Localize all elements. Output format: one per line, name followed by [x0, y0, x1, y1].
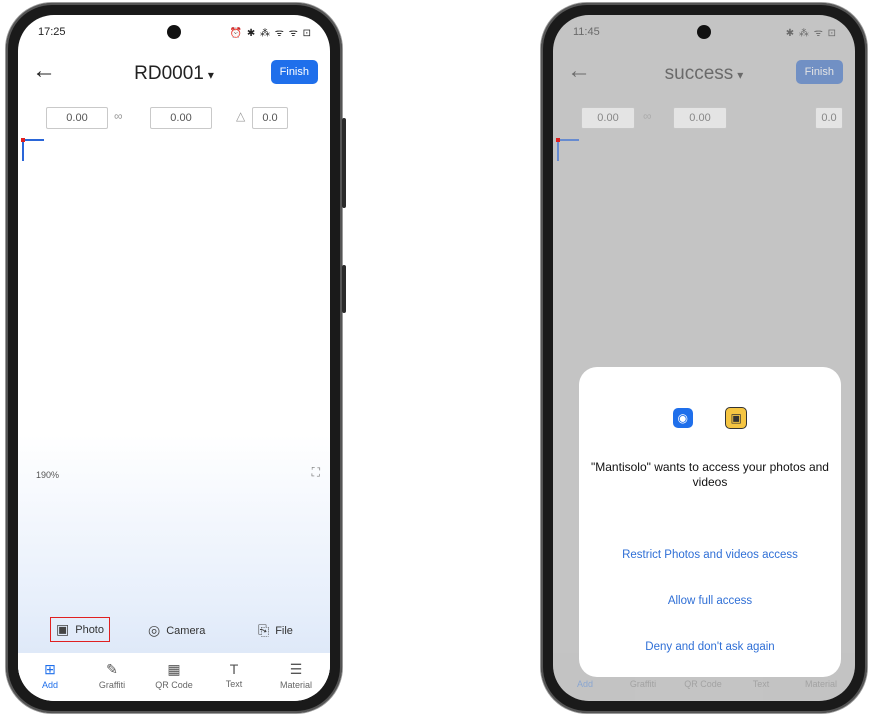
- tab-qr-code[interactable]: QR Code: [675, 679, 731, 689]
- caret-down-icon: ▾: [737, 68, 744, 82]
- front-camera: [167, 25, 181, 39]
- tab-text[interactable]: Text: [733, 679, 789, 689]
- tab-add-label: Add: [41, 680, 58, 690]
- right-phone: 11:45 ✱ ⁂ ᯤ ⊡ ← success ▾ Finish 0.00 ∞ 0…: [541, 3, 867, 713]
- tab-add-label: Add: [576, 679, 593, 689]
- dimension-row: 0.00 ∞ 0.00 △ 0.0: [18, 107, 330, 133]
- finish-button[interactable]: Finish: [795, 60, 843, 84]
- label-title: RD0001: [134, 63, 204, 84]
- front-camera: [697, 25, 711, 39]
- height-input[interactable]: 0.00: [150, 107, 212, 129]
- tab-qr-code-label: QR Code: [155, 680, 193, 690]
- label-title: success: [664, 63, 734, 84]
- camera-option[interactable]: ◎ Camera: [148, 622, 205, 639]
- camera-icon: ◎: [148, 622, 161, 638]
- tab-graffiti[interactable]: Graffiti: [615, 679, 671, 689]
- tab-text[interactable]: T Text: [206, 661, 262, 689]
- status-icons: ✱ ⁂ ᯤ ⊡: [785, 28, 837, 39]
- left-screen: 17:25 ⏰ ✱ ⁂ ᯤ ᯤ ⊡ ← RD0001 ▾ Finish 0.00 …: [18, 15, 330, 701]
- dimension-row: 0.00 ∞ 0.00 0.0: [553, 107, 855, 133]
- tab-qr-code-label: QR Code: [684, 679, 722, 689]
- tab-material-label: Material: [804, 679, 837, 689]
- rotate-icon: △: [236, 109, 246, 123]
- fit-screen-icon[interactable]: ⛶: [312, 465, 320, 480]
- link-icon[interactable]: ∞: [643, 109, 652, 123]
- app-icon: ◉: [672, 408, 693, 428]
- photo-icon: ▣: [56, 621, 70, 637]
- rotation-input[interactable]: 0.0: [815, 107, 843, 129]
- tab-material[interactable]: ☰ Material: [268, 661, 324, 690]
- origin-marker: [21, 138, 25, 142]
- dialog-message: "Mantisolo" wants to access your photos …: [591, 460, 829, 489]
- photo-label: Photo: [75, 623, 104, 636]
- tab-graffiti-label: Graffiti: [629, 679, 657, 689]
- power-button: [342, 118, 346, 208]
- width-input[interactable]: 0.00: [581, 107, 635, 129]
- deny-dont-ask-button[interactable]: Deny and don't ask again: [579, 641, 841, 653]
- width-input[interactable]: 0.00: [46, 107, 108, 129]
- restrict-access-button[interactable]: Restrict Photos and videos access: [579, 549, 841, 561]
- tab-graffiti[interactable]: ✎ Graffiti: [84, 661, 140, 690]
- y-axis-marker: [22, 139, 24, 161]
- graffiti-icon: ✎: [106, 661, 118, 677]
- file-option[interactable]: ⎘ File: [258, 622, 293, 639]
- left-phone: 17:25 ⏰ ✱ ⁂ ᯤ ᯤ ⊡ ← RD0001 ▾ Finish 0.00 …: [6, 3, 346, 713]
- gallery-icon: ▣: [725, 407, 748, 429]
- volume-button: [342, 265, 346, 313]
- status-time: 11:45: [573, 26, 600, 38]
- top-bar: ← RD0001 ▾ Finish: [18, 53, 330, 93]
- dialog-icons: ◉ ▣: [579, 407, 841, 429]
- rotation-input[interactable]: 0.0: [252, 107, 288, 129]
- x-axis-marker: [557, 139, 579, 141]
- file-icon: ⎘: [258, 622, 270, 638]
- tab-text-label: Text: [225, 679, 243, 689]
- height-input[interactable]: 0.00: [673, 107, 727, 129]
- link-icon[interactable]: ∞: [114, 109, 123, 123]
- tab-text-label: Text: [752, 679, 770, 689]
- add-options-bar: ▣ Photo ◎ Camera ⎘ File: [18, 613, 330, 653]
- text-icon: T: [229, 661, 239, 677]
- tab-add[interactable]: ⊞ Add: [22, 661, 78, 690]
- origin-marker: [556, 138, 560, 142]
- qr-code-icon: ▦: [167, 661, 181, 677]
- status-icons: ⏰ ✱ ⁂ ᯤ ᯤ ⊡: [229, 28, 312, 39]
- tab-material-label: Material: [279, 680, 312, 690]
- permission-dialog: ◉ ▣ "Mantisolo" wants to access your pho…: [579, 367, 841, 677]
- finish-button[interactable]: Finish: [270, 60, 318, 84]
- status-time: 17:25: [38, 26, 66, 38]
- tab-material[interactable]: Material: [793, 679, 849, 689]
- material-icon: ☰: [289, 661, 303, 677]
- tab-qr-code[interactable]: ▦ QR Code: [146, 661, 202, 690]
- file-label: File: [275, 624, 293, 637]
- right-screen: 11:45 ✱ ⁂ ᯤ ⊡ ← success ▾ Finish 0.00 ∞ 0…: [553, 15, 855, 701]
- tab-graffiti-label: Graffiti: [98, 680, 126, 690]
- x-axis-marker: [22, 139, 44, 141]
- zoom-level: 190%: [36, 470, 60, 480]
- add-icon: ⊞: [44, 661, 56, 677]
- bottom-tab-bar: ⊞ Add ✎ Graffiti ▦ QR Code T Text ☰ Mate…: [18, 653, 330, 701]
- tab-add[interactable]: Add: [557, 679, 613, 689]
- caret-down-icon: ▾: [207, 68, 214, 82]
- allow-full-access-button[interactable]: Allow full access: [579, 595, 841, 607]
- photo-option[interactable]: ▣ Photo: [50, 617, 110, 642]
- y-axis-marker: [557, 139, 559, 161]
- top-bar: ← success ▾ Finish: [553, 53, 855, 93]
- camera-label: Camera: [166, 624, 206, 637]
